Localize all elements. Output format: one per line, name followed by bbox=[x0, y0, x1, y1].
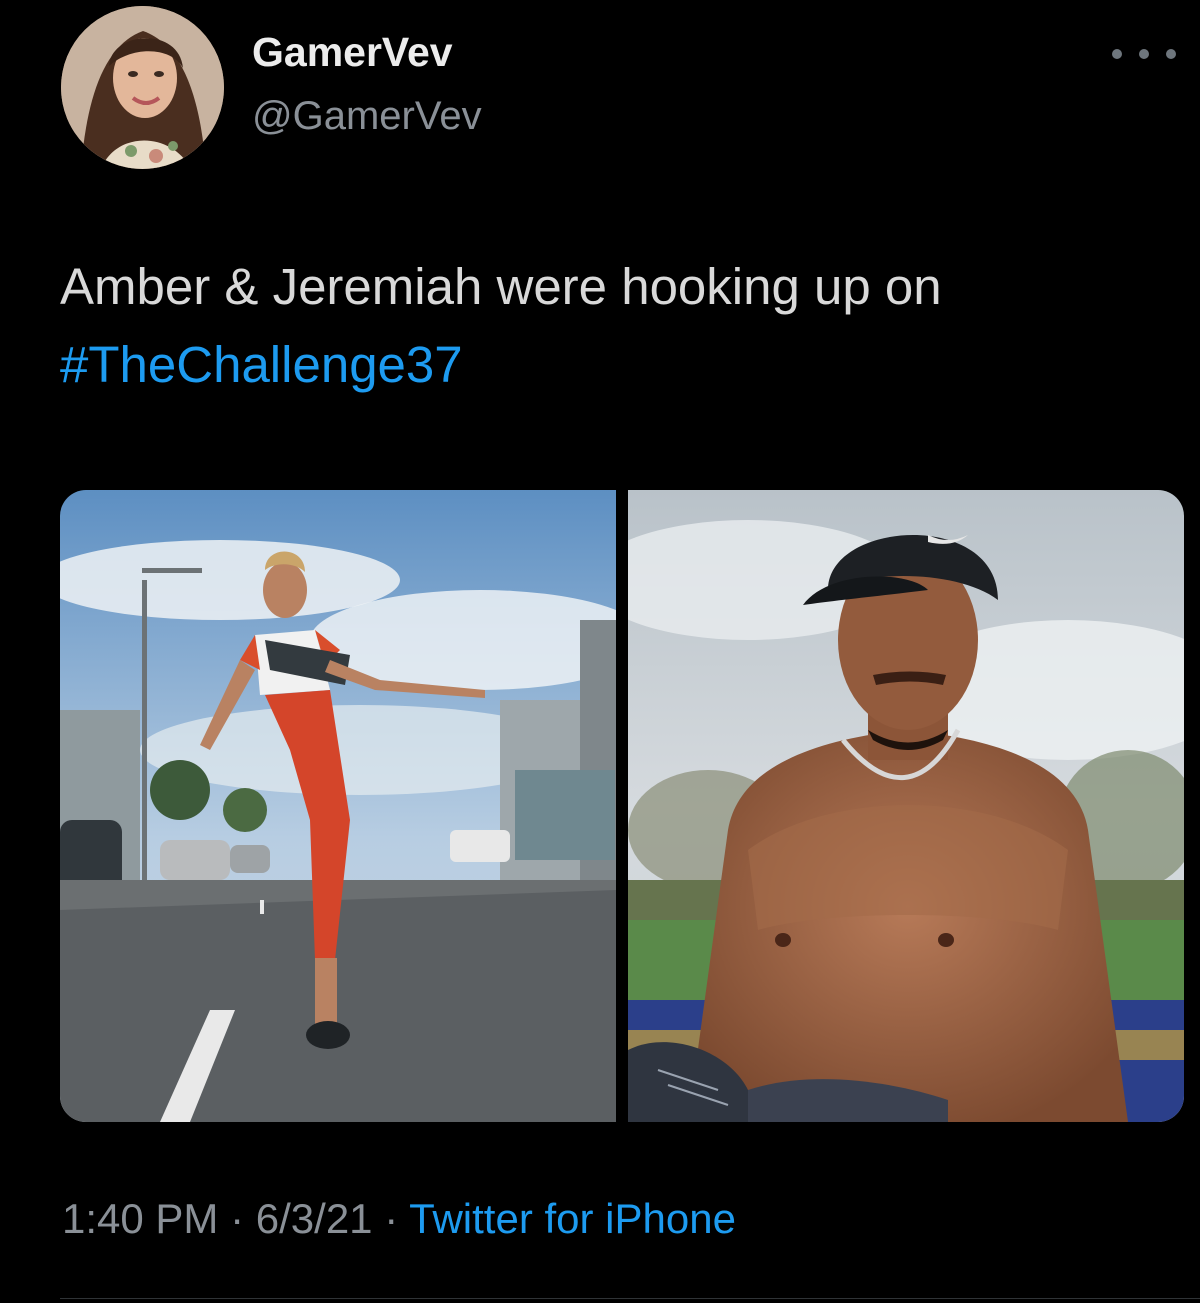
tweet-source-link[interactable]: Twitter for iPhone bbox=[409, 1195, 736, 1242]
more-dot bbox=[1166, 49, 1176, 59]
photo-man-cap[interactable] bbox=[628, 490, 1184, 1122]
author-handle[interactable]: @GamerVev bbox=[252, 96, 482, 136]
tweet-media bbox=[60, 490, 1184, 1122]
woman-jumping-street-photo bbox=[60, 490, 616, 1122]
meta-separator: · bbox=[384, 1195, 399, 1242]
author-display-name[interactable]: GamerVev bbox=[252, 32, 453, 73]
tweet-text: Amber & Jeremiah were hooking up on #The… bbox=[60, 248, 1160, 404]
tweet-date[interactable]: 6/3/21 bbox=[256, 1195, 373, 1242]
more-dot bbox=[1139, 49, 1149, 59]
photo-woman-jumping[interactable] bbox=[60, 490, 616, 1122]
meta-separator: · bbox=[230, 1195, 245, 1242]
tweet-text-body: Amber & Jeremiah were hooking up on bbox=[60, 258, 942, 315]
more-horizontal-icon[interactable] bbox=[1112, 44, 1176, 64]
tweet-meta: 1:40 PM · 6/3/21 · Twitter for iPhone bbox=[62, 1198, 736, 1240]
shirtless-man-cap-photo bbox=[628, 490, 1184, 1122]
avatar-photo bbox=[61, 6, 224, 169]
avatar[interactable] bbox=[61, 6, 224, 169]
tweet-time[interactable]: 1:40 PM bbox=[62, 1195, 218, 1242]
more-dot bbox=[1112, 49, 1122, 59]
hashtag-link[interactable]: #TheChallenge37 bbox=[60, 336, 463, 393]
divider bbox=[60, 1298, 1200, 1299]
